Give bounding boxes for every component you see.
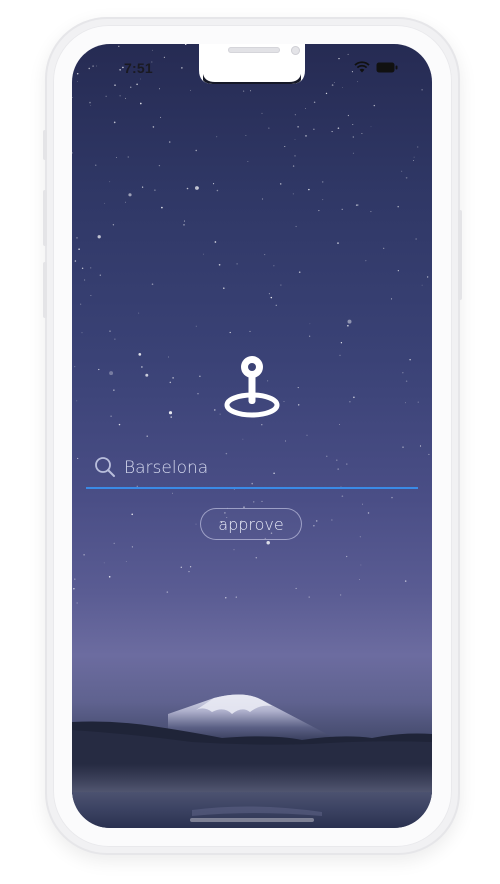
search-icon[interactable] [94,456,116,478]
volume-up-button [43,190,47,246]
search-underline [86,487,418,489]
app-screen: 7:51 Barselona approve [72,44,432,828]
front-camera [291,46,300,55]
side-button-left [43,130,47,160]
earpiece-speaker [228,47,280,53]
mountain-landscape [72,694,432,828]
location-pin-icon [223,354,281,418]
city-search-input[interactable] [124,454,404,482]
battery-icon [376,62,398,73]
power-button [458,210,462,300]
wifi-icon [354,61,370,73]
approve-button[interactable]: approve [200,508,302,540]
status-time: 7:51 [124,60,153,76]
home-indicator[interactable] [190,818,314,822]
search-row [86,448,418,489]
status-icons [354,61,398,73]
volume-down-button [43,262,47,318]
